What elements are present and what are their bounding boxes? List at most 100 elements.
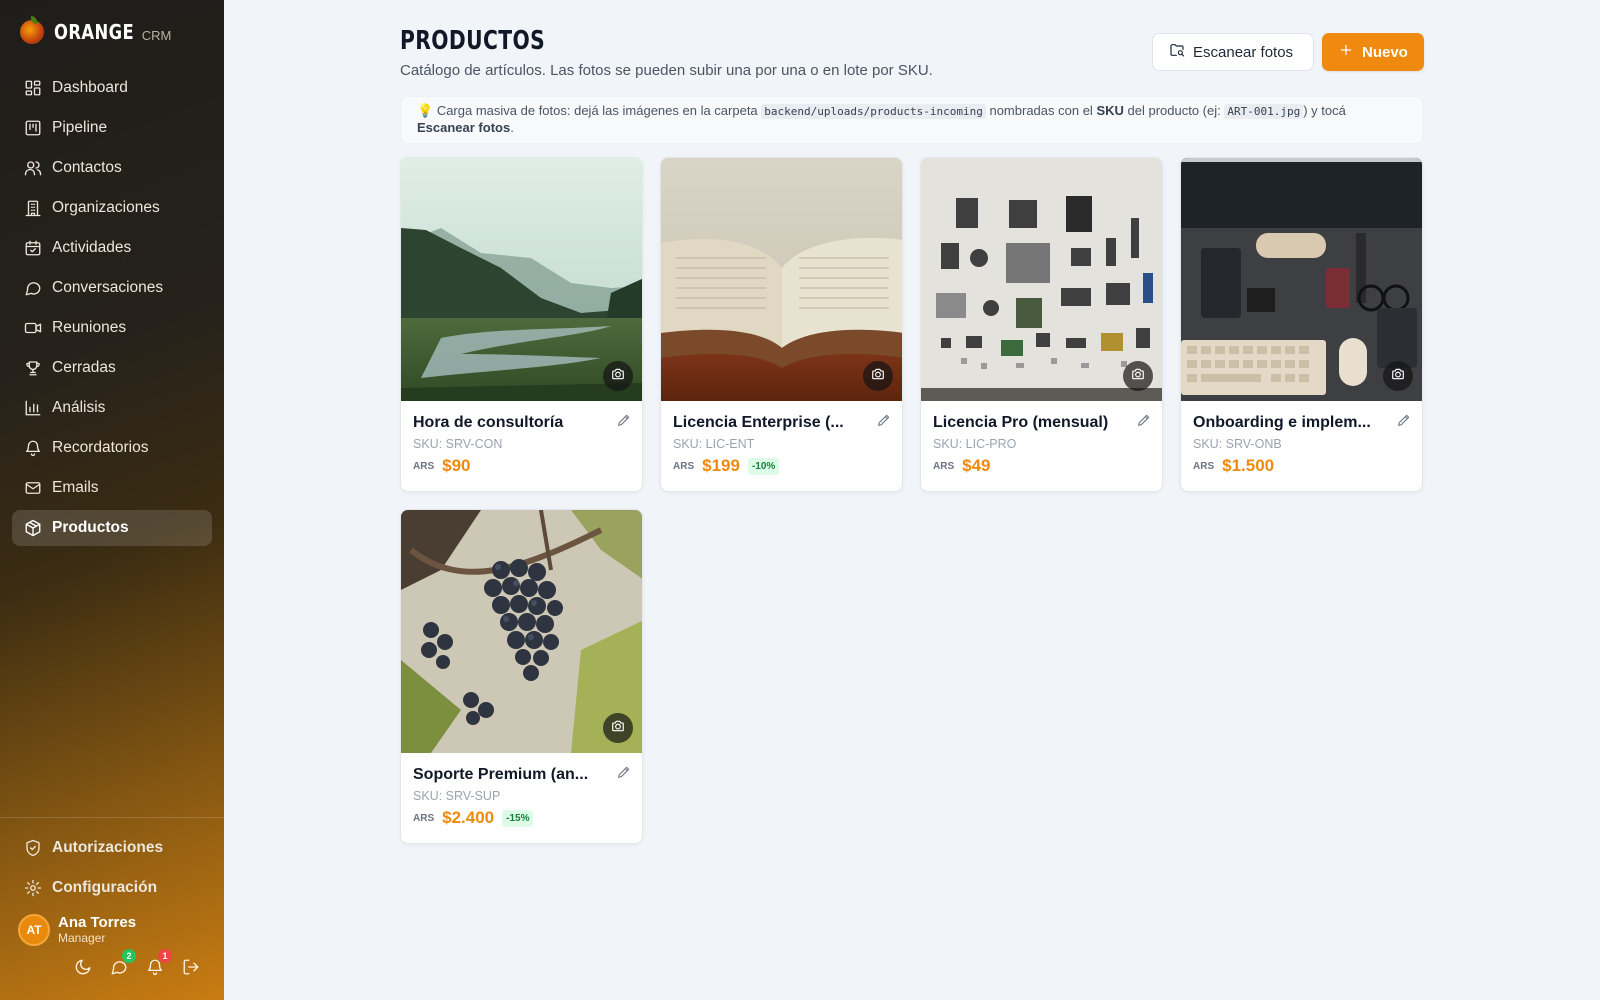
sidebar-item-recordatorios[interactable]: Recordatorios	[12, 430, 212, 466]
sidebar-item-cerradas[interactable]: Cerradas	[12, 350, 212, 386]
product-sku: SKU: LIC-PRO	[933, 437, 1017, 451]
currency: ARS	[413, 460, 435, 472]
sidebar-item-productos[interactable]: Productos	[12, 510, 212, 546]
product-card[interactable]: Onboarding e implem... SKU: SRV-ONB ARS …	[1180, 157, 1423, 492]
camera-icon	[611, 719, 625, 738]
edit-button[interactable]	[616, 412, 632, 428]
currency: ARS	[413, 812, 435, 824]
upload-photo-button[interactable]	[1383, 361, 1413, 391]
product-name: Soporte Premium (an...	[413, 766, 589, 783]
shield-icon	[24, 839, 42, 857]
dashboard-icon	[24, 79, 42, 97]
price-amount: $49	[962, 456, 991, 475]
hint-text: .	[510, 120, 514, 135]
sidebar-item-contactos[interactable]: Contactos	[12, 150, 212, 186]
logout-icon	[182, 959, 200, 980]
pencil-icon	[1396, 414, 1412, 432]
sidebar-item-label: Organizaciones	[52, 199, 160, 216]
upload-photo-button[interactable]	[1123, 361, 1153, 391]
sidebar-actions: 2 1	[74, 949, 200, 976]
upload-photo-button[interactable]	[603, 361, 633, 391]
currency: ARS	[673, 460, 695, 472]
price-amount: $199	[702, 456, 740, 475]
product-name: Onboarding e implem...	[1193, 414, 1371, 431]
mail-icon	[24, 479, 42, 497]
sidebar-item-label: Recordatorios	[52, 439, 149, 456]
sidebar-item-organizaciones[interactable]: Organizaciones	[12, 190, 212, 226]
sidebar-item-actividades[interactable]: Actividades	[12, 230, 212, 266]
sidebar-item-label: Configuración	[52, 879, 158, 896]
brand[interactable]: ORANGE CRM	[0, 0, 224, 64]
upload-photo-button[interactable]	[603, 713, 633, 743]
sidebar-item-pipeline[interactable]: Pipeline	[12, 110, 212, 146]
messages-button[interactable]: 2	[110, 949, 136, 976]
theme-toggle-button[interactable]	[74, 958, 92, 976]
notifications-badge: 1	[158, 949, 172, 963]
sidebar-item-label: Productos	[52, 519, 129, 536]
pencil-icon	[876, 414, 892, 432]
edit-button[interactable]	[1136, 412, 1152, 428]
pencil-icon	[616, 414, 632, 432]
new-product-button[interactable]: Nuevo	[1322, 33, 1424, 71]
discount-badge: -15%	[502, 809, 534, 827]
product-card[interactable]: Hora de consultoría SKU: SRV-CON ARS $90	[400, 157, 643, 492]
edit-button[interactable]	[876, 412, 892, 428]
product-sku: SKU: LIC-ENT	[673, 437, 755, 451]
sidebar-item-analisis[interactable]: Análisis	[12, 390, 212, 426]
product-card[interactable]: Licencia Enterprise (... SKU: LIC-ENT AR…	[660, 157, 903, 492]
folder-path: backend/uploads/products-incoming	[761, 104, 986, 119]
discount-badge: -10%	[747, 457, 780, 475]
camera-icon	[1391, 367, 1405, 386]
product-sku: SKU: SRV-CON	[413, 437, 503, 451]
user-name: Ana Torres	[58, 914, 137, 932]
new-product-label: Nuevo	[1362, 43, 1408, 61]
product-price: ARS $90	[413, 456, 471, 476]
plus-icon	[1338, 42, 1362, 62]
example-filename: ART-001.jpg	[1224, 104, 1304, 119]
product-price: ARS $199 -10%	[673, 456, 780, 476]
product-card[interactable]: Licencia Pro (mensual) SKU: LIC-PRO ARS …	[920, 157, 1163, 492]
sidebar-item-dashboard[interactable]: Dashboard	[12, 70, 212, 106]
product-price: ARS $49	[933, 456, 991, 476]
bell-icon	[146, 959, 164, 980]
currency: ARS	[933, 460, 955, 472]
sidebar-item-configuracion[interactable]: Configuración	[12, 870, 212, 906]
upload-photo-button[interactable]	[863, 361, 893, 391]
sidebar-item-label: Reuniones	[52, 319, 127, 336]
building-icon	[24, 199, 42, 217]
product-card[interactable]: Soporte Premium (an... SKU: SRV-SUP ARS …	[400, 509, 643, 844]
sidebar-item-reuniones[interactable]: Reuniones	[12, 310, 212, 346]
product-price: ARS $2.400 -15%	[413, 808, 534, 828]
bell-icon	[24, 439, 42, 457]
avatar: AT	[18, 914, 50, 946]
hint-action: Escanear fotos	[417, 120, 511, 135]
sidebar-item-label: Actividades	[52, 239, 132, 256]
edit-button[interactable]	[1396, 412, 1412, 428]
calendar-icon	[24, 239, 42, 257]
product-name: Licencia Pro (mensual)	[933, 414, 1109, 431]
scan-photos-label: Escanear fotos	[1193, 43, 1294, 61]
hint-text: nombradas con el	[989, 103, 1093, 118]
sidebar: ORANGE CRM Dashboard Pipeline Contactos …	[0, 0, 224, 1000]
product-sku: SKU: SRV-SUP	[413, 789, 501, 803]
pencil-icon	[1136, 414, 1152, 432]
scan-photos-button[interactable]: Escanear fotos	[1152, 33, 1314, 71]
sidebar-bottom: Autorizaciones Configuración	[0, 817, 224, 910]
product-name: Licencia Enterprise (...	[673, 414, 844, 431]
page-subtitle: Catálogo de artículos. Las fotos se pued…	[400, 62, 933, 79]
hint-text: del producto (ej:	[1127, 103, 1221, 118]
kanban-icon	[24, 119, 42, 137]
notifications-button[interactable]: 1	[146, 949, 172, 976]
product-name: Hora de consultoría	[413, 414, 564, 431]
user-profile[interactable]: AT Ana Torres Manager	[18, 914, 136, 946]
chat-icon	[24, 279, 42, 297]
price-amount: $1.500	[1222, 456, 1275, 475]
logout-button[interactable]	[182, 958, 200, 976]
hint-text: Carga masiva de fotos: dejá las imágenes…	[436, 103, 758, 118]
edit-button[interactable]	[616, 764, 632, 780]
sidebar-item-emails[interactable]: Emails	[12, 470, 212, 506]
sidebar-item-conversaciones[interactable]: Conversaciones	[12, 270, 212, 306]
pencil-icon	[616, 766, 632, 784]
sidebar-item-label: Análisis	[52, 399, 106, 416]
sidebar-item-autorizaciones[interactable]: Autorizaciones	[12, 830, 212, 866]
